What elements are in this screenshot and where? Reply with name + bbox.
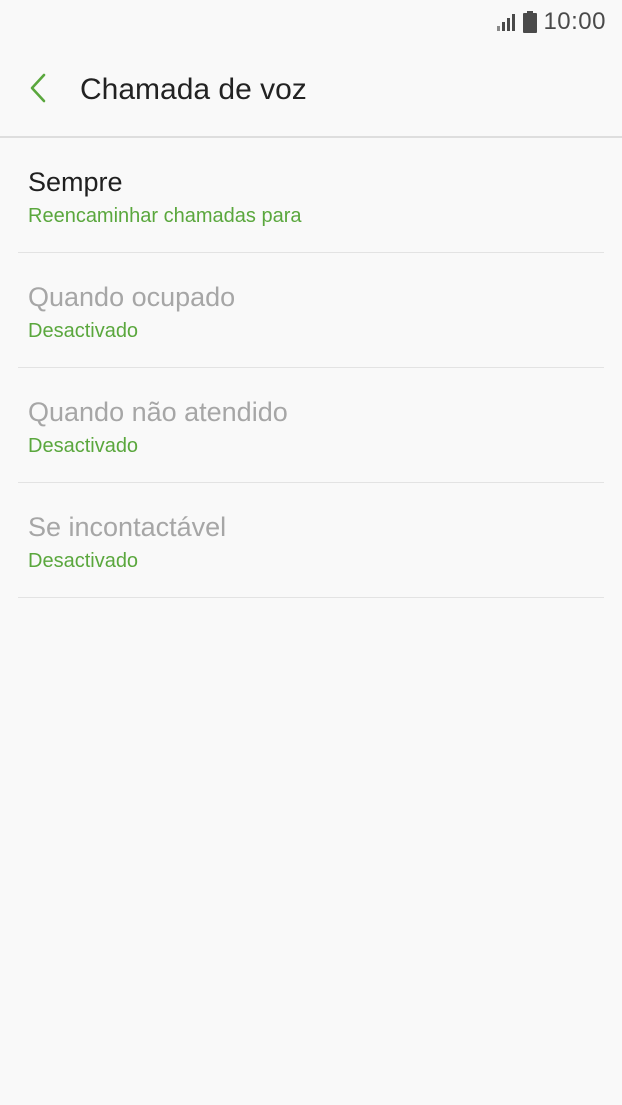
item-subtitle: Desactivado <box>28 320 139 342</box>
item-subtitle: Reencaminhar chamadas para <box>28 205 302 227</box>
page-title: Chamada de voz <box>80 73 307 106</box>
forwarding-options-list: Sempre Reencaminhar chamadas para Quando… <box>18 138 604 598</box>
list-item-quando-nao-atendido[interactable]: Quando não atendido Desactivado <box>18 368 604 483</box>
item-title: Sempre <box>28 167 123 197</box>
app-bar: Chamada de voz <box>0 44 622 138</box>
item-title: Se incontactável <box>28 512 227 542</box>
list-item-quando-ocupado[interactable]: Quando ocupado Desactivado <box>18 253 604 368</box>
status-time: 10:00 <box>543 8 606 35</box>
chevron-left-icon <box>28 73 48 108</box>
back-button[interactable] <box>18 70 58 110</box>
battery-icon <box>523 11 538 33</box>
item-title: Quando não atendido <box>28 397 288 427</box>
list-item-sempre[interactable]: Sempre Reencaminhar chamadas para <box>18 138 604 253</box>
item-title: Quando ocupado <box>28 282 236 312</box>
list-item-se-incontactavel[interactable]: Se incontactável Desactivado <box>18 483 604 598</box>
item-subtitle: Desactivado <box>28 550 139 572</box>
status-bar: 10:00 <box>0 0 622 44</box>
signal-icon <box>497 13 517 31</box>
item-subtitle: Desactivado <box>28 435 139 457</box>
status-indicators: 10:00 <box>497 8 606 36</box>
